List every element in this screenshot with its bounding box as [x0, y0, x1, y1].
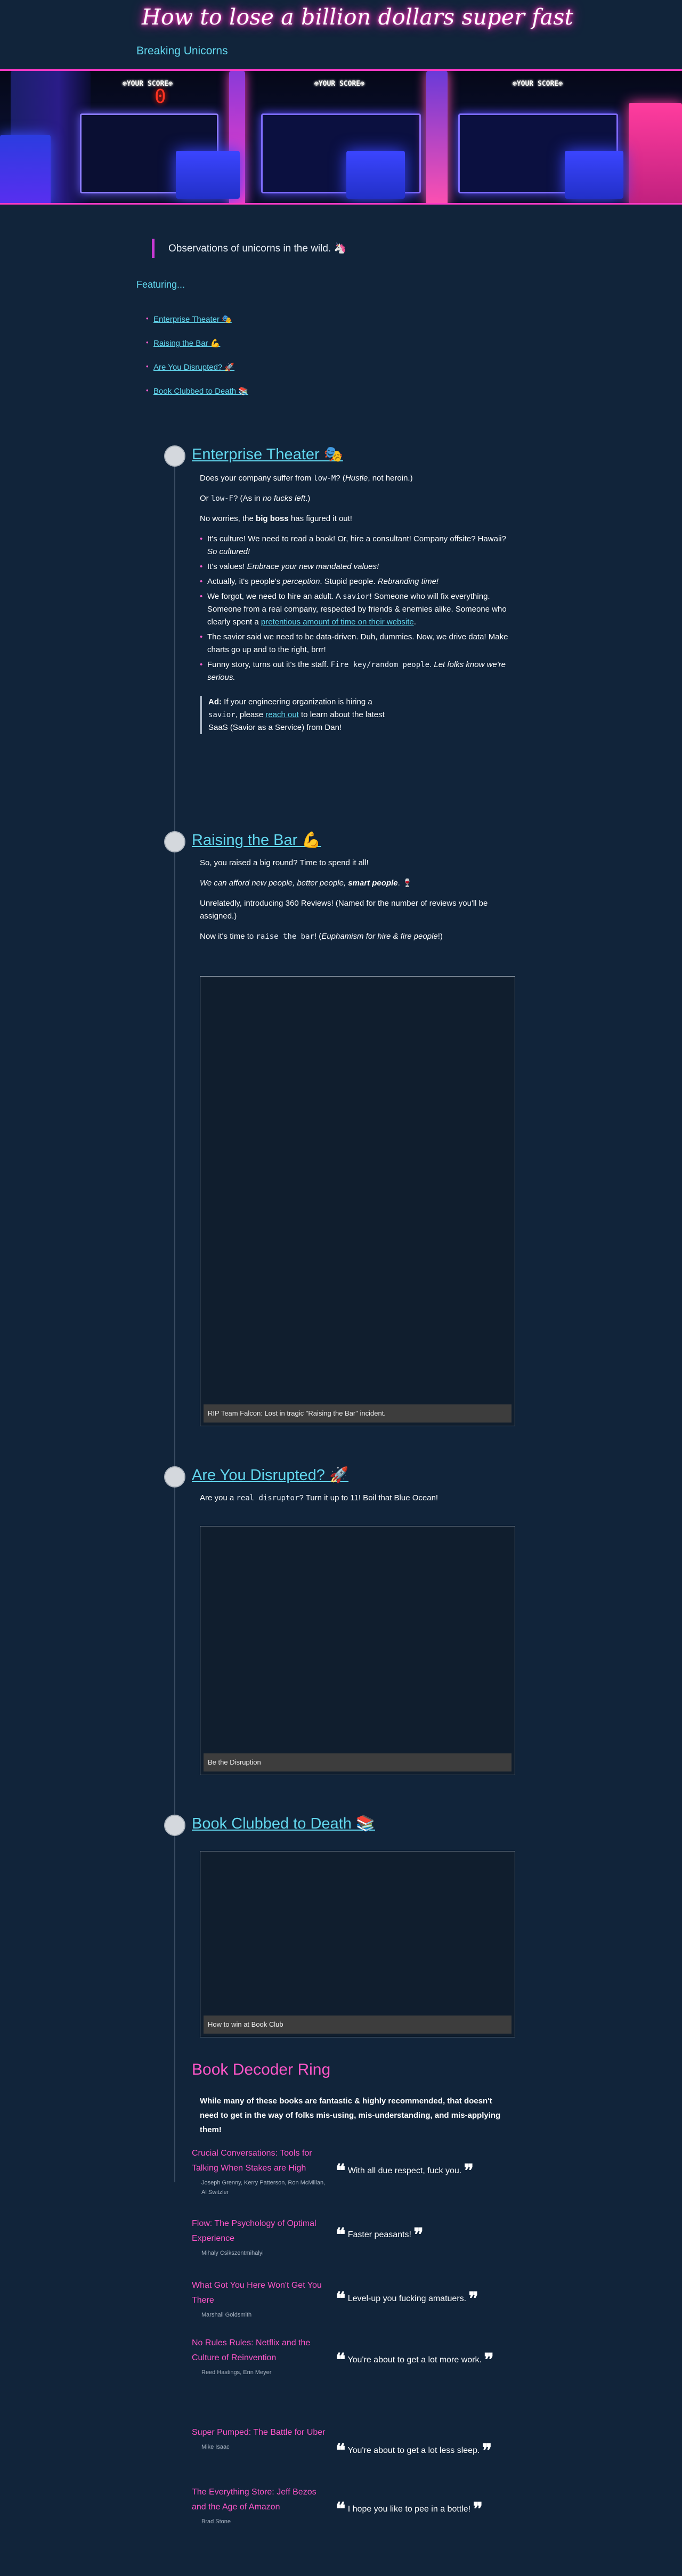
decoder-quote: ❝ I hope you like to pee in a bottle! ❞ [336, 2498, 483, 2520]
intro-accent-bar [152, 239, 155, 258]
section-body-are-you-disrupted: Are you a real disruptor? Turn it up to … [200, 1493, 439, 1502]
open-quote-icon: ❝ [336, 2160, 346, 2182]
section-body-raising-the-bar: So, you raised a big round? Time to spen… [200, 858, 488, 941]
book-title: The Everything Store: Jeff Bezos and the… [192, 2488, 316, 2512]
timeline-dot [164, 445, 185, 467]
book-authors: Reed Hastings, Erin Meyer [201, 2369, 272, 2376]
list-item: Funny story, turns out it's the staff. F… [200, 659, 517, 684]
disruption-image: Be the Disruption [200, 1526, 515, 1775]
bullet-icon: • [146, 362, 149, 370]
intro-text: Observations of unicorns in the wild. 🦄 [168, 243, 347, 254]
section-body-enterprise-theater: Does your company suffer from low-M? (Hu… [200, 472, 517, 734]
decoder-quote: ❝ Level-up you fucking amatuers. ❞ [336, 2288, 478, 2310]
decoder-quote: ❝ You're about to get a lot less sleep. … [336, 2440, 492, 2461]
book-authors: Brad Stone [201, 2518, 231, 2525]
list-item: Actually, it's people's perception. Stup… [200, 575, 517, 588]
image-caption: Be the Disruption [204, 1753, 512, 1771]
decoder-quote: ❝ Faster peasants! ❞ [336, 2224, 424, 2246]
book-title: Flow: The Psychology of Optimal Experien… [192, 2219, 316, 2243]
close-quote-icon: ❞ [473, 2498, 483, 2520]
bullet-icon: • [146, 314, 149, 322]
image-caption: How to win at Book Club [204, 2016, 512, 2034]
section-title-enterprise-theater[interactable]: Enterprise Theater 🎭 [192, 445, 343, 464]
book-title: Super Pumped: The Battle for Uber [192, 2428, 326, 2437]
bullet-icon: • [146, 386, 149, 394]
open-quote-icon: ❝ [336, 2498, 346, 2520]
image-caption: RIP Team Falcon: Lost in tragic "Raising… [204, 1404, 512, 1423]
open-quote-icon: ❝ [336, 2224, 346, 2246]
bullet-icon: • [146, 338, 149, 346]
site-subtitle: Breaking Unicorns [136, 45, 228, 57]
open-quote-icon: ❝ [336, 2440, 346, 2461]
close-quote-icon: ❞ [468, 2288, 478, 2310]
section-title-raising-the-bar[interactable]: Raising the Bar 💪 [192, 831, 321, 849]
decoder-book: The Everything Store: Jeff Bezos and the… [192, 2485, 330, 2526]
close-quote-icon: ❞ [482, 2440, 492, 2461]
toc-link-are-you-disrupted[interactable]: Are You Disrupted? 🚀 [153, 362, 234, 372]
ad-callout: Ad: If your engineering organization is … [200, 696, 397, 734]
book-title: What Got You Here Won't Get You There [192, 2281, 322, 2305]
decoder-book: Super Pumped: The Battle for Uber Mike I… [192, 2425, 330, 2452]
section-title-book-clubbed[interactable]: Book Clubbed to Death 📚 [192, 1815, 375, 1833]
list-item: We forgot, we need to hire an adult. A s… [200, 590, 517, 629]
book-title: No Rules Rules: Netflix and the Culture … [192, 2338, 311, 2362]
list-item: It's culture! We need to read a book! Or… [200, 533, 517, 558]
decoder-quote: ❝ You're about to get a lot more work. ❞ [336, 2349, 494, 2371]
list-item: It's values! Embrace your new mandated v… [200, 560, 517, 573]
open-quote-icon: ❝ [336, 2288, 346, 2310]
toc-link-raising-the-bar[interactable]: Raising the Bar 💪 [153, 338, 220, 348]
book-authors: Mihaly Csikszentmihalyi [201, 2250, 264, 2256]
timeline-line [174, 451, 175, 2182]
decoder-title: Book Decoder Ring [192, 2061, 331, 2078]
enterprise-list: It's culture! We need to read a book! Or… [200, 533, 517, 684]
close-quote-icon: ❞ [464, 2160, 474, 2182]
featuring-label: Featuring... [136, 279, 185, 290]
raising-the-bar-image: RIP Team Falcon: Lost in tragic "Raising… [200, 976, 515, 1426]
reach-out-link[interactable]: reach out [265, 710, 299, 719]
banner-score-label: ⊕YOUR SCORE⊕ [314, 80, 364, 88]
banner-score-digit: 0 [155, 86, 166, 108]
toc-link-enterprise-theater[interactable]: Enterprise Theater 🎭 [153, 314, 232, 324]
section-title-are-you-disrupted[interactable]: Are You Disrupted? 🚀 [192, 1466, 348, 1484]
toc-link-book-clubbed[interactable]: Book Clubbed to Death 📚 [153, 386, 248, 396]
book-authors: Marshall Goldsmith [201, 2312, 252, 2318]
book-title: Crucial Conversations: Tools for Talking… [192, 2149, 312, 2173]
close-quote-icon: ❞ [484, 2349, 494, 2371]
timeline-dot [164, 1815, 185, 1836]
book-club-image: How to win at Book Club [200, 1851, 515, 2037]
pretentious-website-link[interactable]: pretentious amount of time on their webs… [261, 617, 414, 627]
open-quote-icon: ❝ [336, 2349, 346, 2371]
decoder-book: Flow: The Psychology of Optimal Experien… [192, 2216, 330, 2258]
decoder-quote: ❝ With all due respect, fuck you. ❞ [336, 2160, 474, 2182]
banner-score-label: ⊕YOUR SCORE⊕ [513, 80, 563, 88]
list-item: The savior said we need to be data-drive… [200, 631, 517, 656]
close-quote-icon: ❞ [413, 2224, 424, 2246]
site-title[interactable]: How to lose a billion dollars super fast [142, 4, 573, 30]
book-authors: Mike Isaac [201, 2444, 230, 2450]
decoder-book: No Rules Rules: Netflix and the Culture … [192, 2336, 330, 2377]
timeline-dot [164, 1466, 185, 1488]
decoder-book: Crucial Conversations: Tools for Talking… [192, 2146, 330, 2197]
timeline-dot [164, 831, 185, 852]
book-authors: Joseph Grenny, Kerry Patterson, Ron McMi… [201, 2180, 326, 2196]
decoder-intro: While many of these books are fantastic … [200, 2096, 501, 2134]
decoder-book: What Got You Here Won't Get You There Ma… [192, 2278, 330, 2320]
hero-banner-image: ⊕YOUR SCORE⊕ ⊕YOUR SCORE⊕ ⊕YOUR SCORE⊕ 0 [0, 69, 682, 205]
